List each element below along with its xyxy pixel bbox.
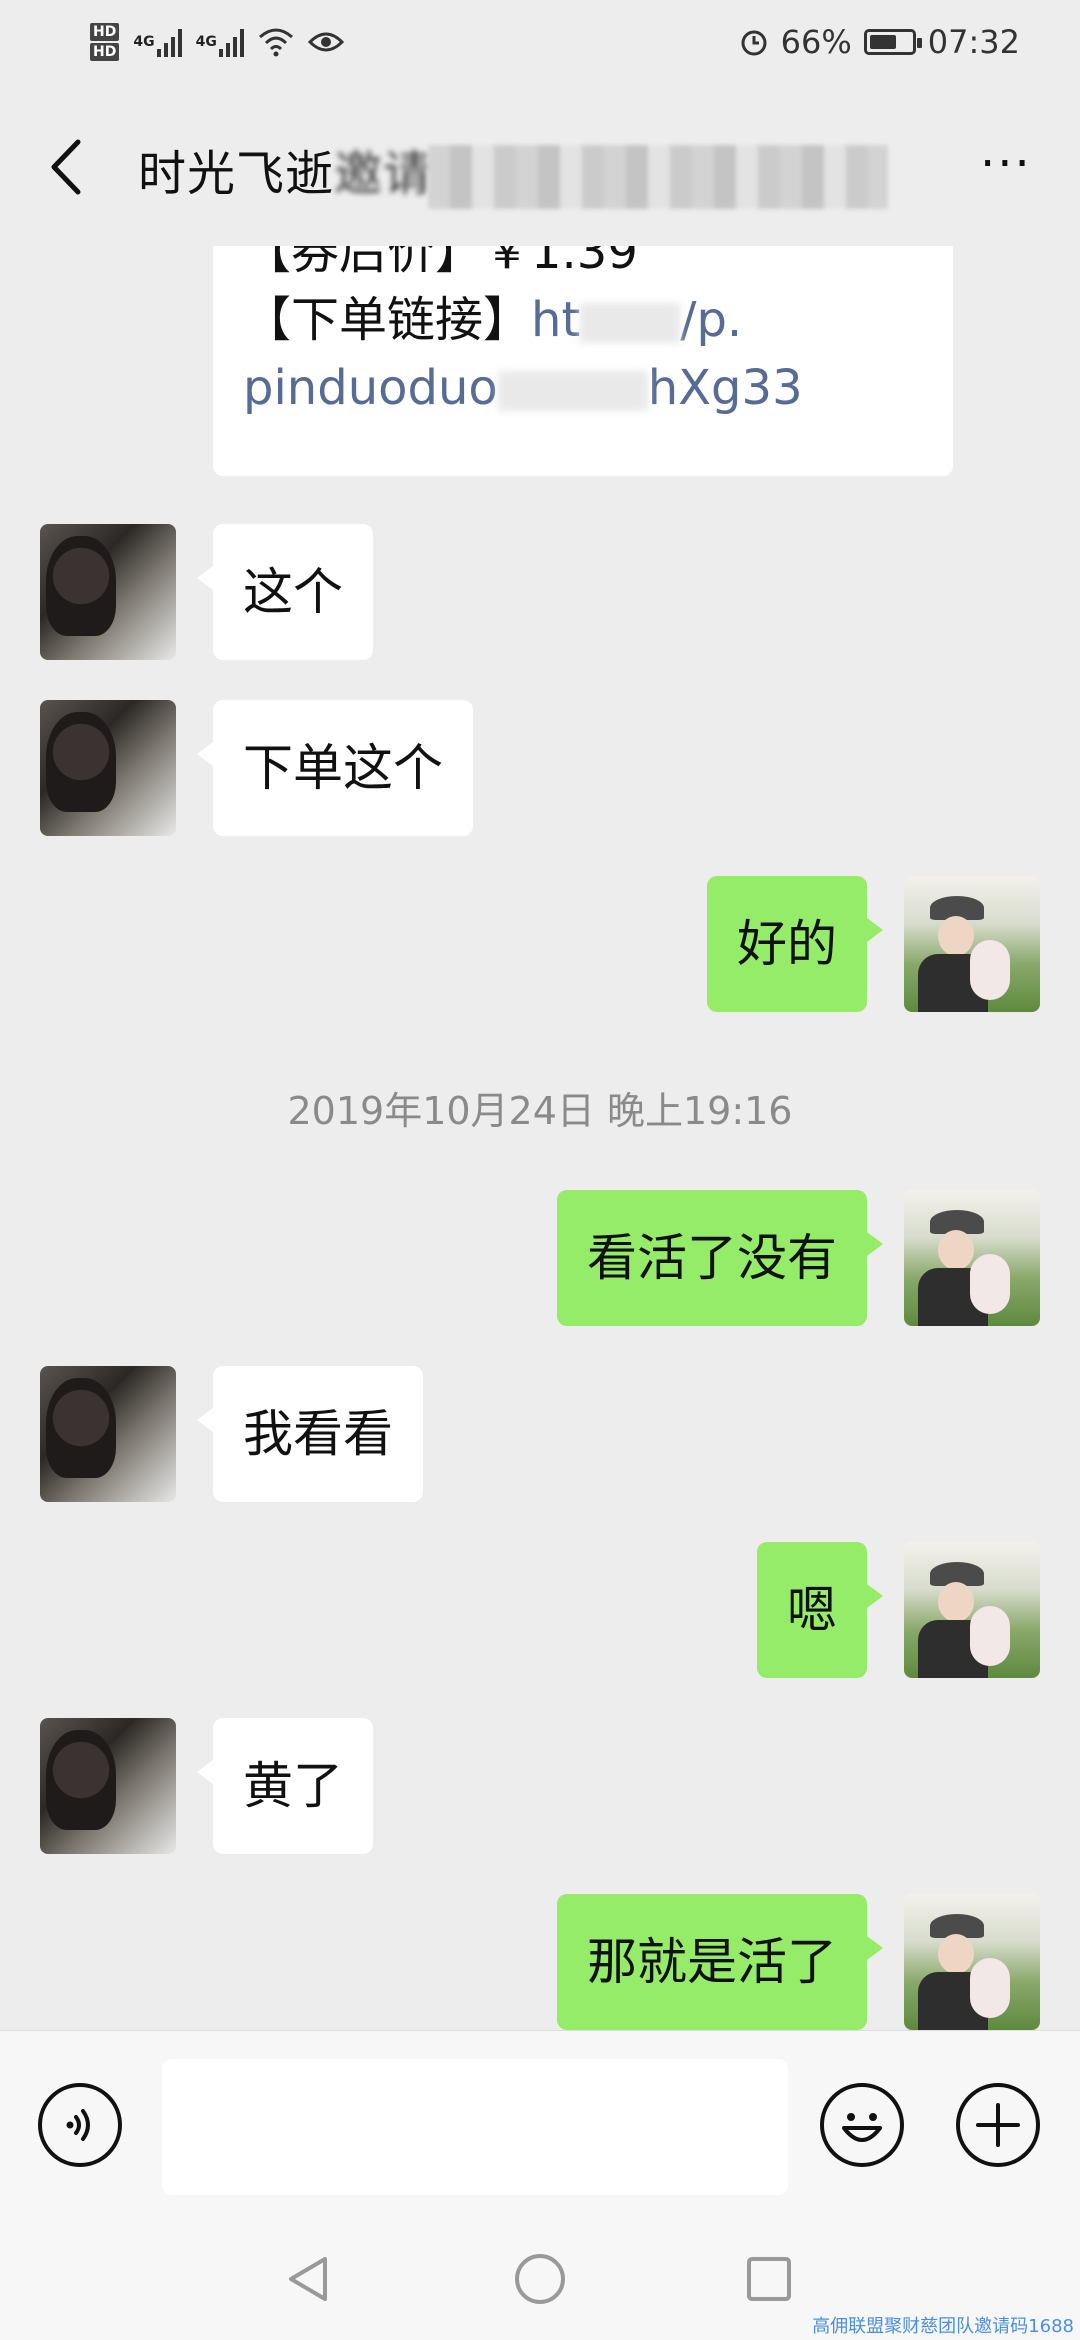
chat-timestamp: 2019年10月24日 晚上19:16 (287, 1089, 793, 1133)
emoji-icon[interactable] (820, 2083, 904, 2167)
message-bubble[interactable]: 好的 (707, 876, 883, 1012)
message-input[interactable] (162, 2059, 788, 2195)
message-list[interactable]: 【券后价】￥1.39 【下单链接】ht/p. pinduoduo hXg33 这个… (0, 246, 1080, 2030)
message-bubble[interactable]: 黄了 (197, 1718, 373, 1854)
chat-title: 时光飞逝邀请 (138, 134, 889, 209)
hd-icon: HD HD (90, 22, 120, 62)
eye-icon (307, 32, 344, 52)
nav-back-icon[interactable] (274, 2244, 344, 2314)
chevron-left-icon[interactable] (40, 132, 90, 202)
nav-home-icon[interactable] (505, 2244, 575, 2314)
my-avatar[interactable] (904, 1542, 1040, 1678)
message-bubble[interactable]: 嗯 (757, 1542, 883, 1678)
message-bubble[interactable]: 看活了没有 (557, 1190, 883, 1326)
message-bubble[interactable]: 那就是活了 (557, 1894, 883, 2030)
my-avatar[interactable] (904, 876, 1040, 1012)
signal-icon-2: 4G (196, 27, 244, 57)
nav-recent-icon[interactable] (734, 2244, 804, 2314)
more-dots-icon[interactable]: ··· (980, 140, 1040, 188)
order-link[interactable]: ht (531, 292, 580, 348)
alarm-icon (741, 30, 767, 56)
watermark: 高佣联盟聚财慈团队邀请码1688 (812, 2316, 1074, 2337)
my-avatar[interactable] (904, 1190, 1040, 1326)
voice-icon[interactable] (38, 2083, 122, 2167)
battery-icon (863, 29, 922, 55)
status-bar: HD HD 4G 4G 66% 07:32 (0, 0, 1080, 84)
wifi-icon (258, 28, 293, 57)
redaction-blur (428, 145, 889, 209)
clock: 07:32 (927, 23, 1020, 61)
message-bubble[interactable]: 下单这个 (197, 700, 473, 836)
input-bar (0, 2030, 1080, 2221)
plus-icon[interactable] (956, 2083, 1040, 2167)
contact-avatar[interactable] (40, 700, 176, 836)
system-nav-bar: 高佣联盟聚财慈团队邀请码1688 (0, 2220, 1080, 2340)
my-avatar[interactable] (904, 1894, 1040, 2030)
contact-avatar[interactable] (40, 1718, 176, 1854)
contact-avatar[interactable] (40, 524, 176, 660)
message-bubble[interactable]: 这个 (197, 524, 373, 660)
order-link-2[interactable]: pinduoduo (243, 360, 498, 416)
chat-header: 时光飞逝邀请 ··· (0, 84, 1080, 246)
contact-avatar[interactable] (40, 1366, 176, 1502)
product-card-message[interactable]: 【券后价】￥1.39 【下单链接】ht/p. pinduoduo hXg33 (213, 246, 953, 476)
signal-icon: 4G (133, 27, 182, 57)
battery-percent: 66% (780, 23, 852, 61)
message-bubble[interactable]: 我看看 (197, 1366, 423, 1502)
